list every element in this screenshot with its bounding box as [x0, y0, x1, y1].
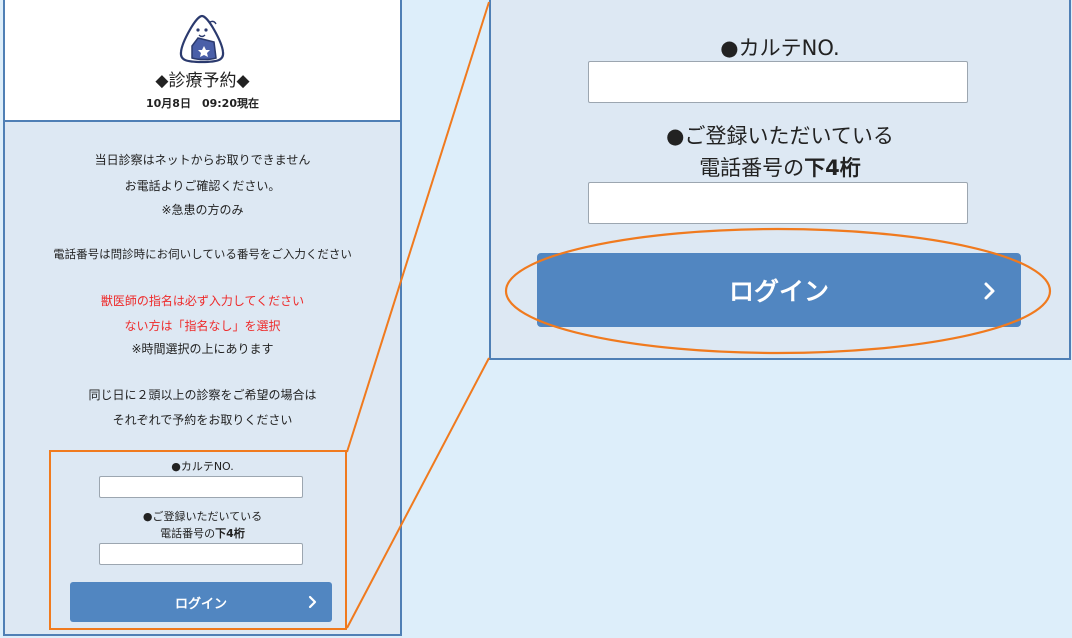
notice-separate-booking: それぞれで予約をお取りください — [112, 413, 293, 427]
zoom-phone-last4-input[interactable] — [588, 182, 968, 224]
zoom-chevron-right-icon — [984, 282, 995, 300]
zoom-phone-label-line2: 電話番号の下4桁 — [491, 152, 1069, 182]
notice-phone-number: 電話番号は問診時にお伺いしている番号をご入力ください — [53, 247, 352, 261]
zoom-chart-number-input[interactable] — [588, 61, 968, 103]
notice-no-preference: ない方は「指名なし」を選択 — [124, 319, 281, 333]
updated-timestamp: 10月8日 09:20現在 — [146, 97, 259, 110]
notice-vet-required: 獣医師の指名は必ず入力してください — [100, 294, 305, 308]
zoom-chart-number-label: ●カルテNO. — [720, 36, 840, 60]
rice-ball-mascot-icon — [179, 14, 225, 64]
notice-emergency: ※急患の方のみ — [161, 203, 244, 217]
zoom-phone-label-prefix: 電話番号の — [699, 156, 805, 180]
zoom-login-button-label: ログイン — [728, 277, 829, 306]
zoom-phone-label-bold: 下4桁 — [804, 156, 861, 180]
zoom-panel: ●カルテNO. ●ご登録いただいている 電話番号の下4桁 ログイン — [489, 0, 1071, 360]
notice-multiple-pets: 同じ日に２頭以上の診察をご希望の場合は — [88, 388, 317, 402]
zoom-phone-label-line1: ●ご登録いただいている — [666, 124, 894, 148]
notice-time-selection: ※時間選択の上にあります — [131, 342, 274, 356]
notice-same-day: 当日診察はネットからお取りできません — [94, 153, 311, 167]
highlight-box — [49, 450, 347, 630]
page-title: ◆診療予約◆ — [155, 71, 250, 91]
page-header: ◆診療予約◆ 10月8日 09:20現在 — [5, 0, 400, 122]
notice-call: お電話よりご確認ください。 — [124, 179, 281, 193]
zoom-login-button[interactable]: ログイン — [537, 253, 1021, 327]
